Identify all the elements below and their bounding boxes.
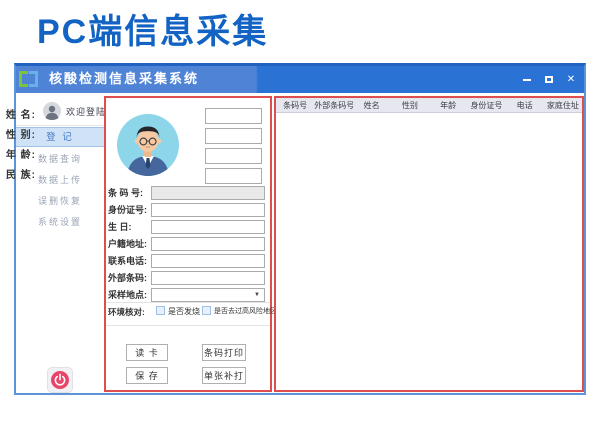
maximize-icon xyxy=(545,76,553,83)
power-button[interactable] xyxy=(47,367,73,393)
form-separator-bottom xyxy=(106,325,270,326)
logo-left-bracket-icon xyxy=(19,71,28,87)
age-input[interactable] xyxy=(205,148,262,164)
address-input[interactable] xyxy=(151,237,265,251)
field-label-sampling-location: 采样地点: xyxy=(108,288,150,303)
column-header-phone: 电话 xyxy=(506,98,544,112)
sampling-location-select[interactable] xyxy=(151,288,265,302)
fever-checkbox-label: 是否发烧 xyxy=(168,306,200,317)
column-header-age: 年龄 xyxy=(429,98,467,112)
records-table-panel: 条码号 外部条码号 姓名 性别 年龄 身份证号 电话 家庭住址 xyxy=(274,96,584,392)
table-header-row: 条码号 外部条码号 姓名 性别 年龄 身份证号 电话 家庭住址 xyxy=(276,98,582,113)
welcome-row: 欢迎登陆 xyxy=(43,102,106,120)
environment-check-row: 环境核对: 是否发烧 是否去过高风险地区 xyxy=(108,305,270,318)
form-separator-top xyxy=(106,302,270,303)
welcome-label: 欢迎登陆 xyxy=(66,105,106,118)
page: PC端信息采集 核酸检测信息采集系统 ✕ 欢迎登陆 xyxy=(0,0,600,423)
external-barcode-input[interactable] xyxy=(151,271,265,285)
patient-avatar-icon xyxy=(117,114,179,176)
environment-check-label: 环境核对: xyxy=(108,306,145,318)
field-label-id-number: 身份证号: xyxy=(108,203,150,218)
field-label-name: 姓 名: xyxy=(0,108,36,124)
field-label-phone: 联系电话: xyxy=(108,254,150,269)
field-label-age: 年 龄: xyxy=(0,148,36,164)
column-header-id-number: 身份证号 xyxy=(467,98,505,112)
field-label-gender: 性 别: xyxy=(0,128,36,144)
column-header-barcode: 条码号 xyxy=(276,98,314,112)
logo-right-bracket-icon xyxy=(29,71,38,87)
app-logo-icon xyxy=(19,69,43,89)
single-reprint-button[interactable]: 单张补打 xyxy=(202,367,246,384)
risk-area-checkbox[interactable] xyxy=(202,306,211,315)
minimize-icon xyxy=(523,79,531,81)
field-label-barcode: 条 码 号: xyxy=(108,186,150,201)
sidebar-divider xyxy=(16,125,104,126)
table-body[interactable] xyxy=(276,114,582,390)
window-title: 核酸检测信息采集系统 xyxy=(49,66,199,92)
app-window: 核酸检测信息采集系统 ✕ 欢迎登陆 登 记 数据查询 数据上传 误删恢复 xyxy=(14,63,586,395)
phone-input[interactable] xyxy=(151,254,265,268)
barcode-print-button[interactable]: 条码打印 xyxy=(202,344,246,361)
close-button[interactable]: ✕ xyxy=(565,73,577,87)
page-title: PC端信息采集 xyxy=(37,4,268,53)
field-label-external-barcode: 外部条码: xyxy=(108,271,150,286)
read-card-button[interactable]: 读 卡 xyxy=(126,344,168,361)
maximize-button[interactable] xyxy=(543,73,555,87)
gender-input[interactable] xyxy=(205,128,262,144)
name-input[interactable] xyxy=(205,108,262,124)
power-icon xyxy=(51,371,69,389)
sidebar-item-system-settings[interactable]: 系统设置 xyxy=(16,215,104,228)
window-controls: ✕ xyxy=(521,66,577,93)
barcode-input xyxy=(151,186,265,200)
risk-area-checkbox-label: 是否去过高风险地区 xyxy=(214,306,277,316)
id-number-input[interactable] xyxy=(151,203,265,217)
field-label-address: 户籍地址: xyxy=(108,237,150,252)
field-label-ethnicity: 民 族: xyxy=(0,168,36,184)
registration-form-panel: 姓 名: 性 别: 年 龄: 民 族: 条 码 号: 身份证号: 生 日: 户籍… xyxy=(104,96,272,392)
column-header-gender: 性别 xyxy=(391,98,429,112)
sidebar-item-undelete-recover[interactable]: 误删恢复 xyxy=(16,194,104,207)
minimize-button[interactable] xyxy=(521,73,533,87)
ethnicity-input[interactable] xyxy=(205,168,262,184)
column-header-external-barcode: 外部条码号 xyxy=(314,98,352,112)
fever-checkbox[interactable] xyxy=(156,306,165,315)
column-header-name: 姓名 xyxy=(353,98,391,112)
user-avatar-icon xyxy=(43,102,61,120)
field-label-birthday: 生 日: xyxy=(108,220,150,235)
titlebar: 核酸检测信息采集系统 ✕ xyxy=(16,66,584,93)
column-header-home-address: 家庭住址 xyxy=(544,98,582,112)
birthday-input[interactable] xyxy=(151,220,265,234)
save-button[interactable]: 保 存 xyxy=(126,367,168,384)
